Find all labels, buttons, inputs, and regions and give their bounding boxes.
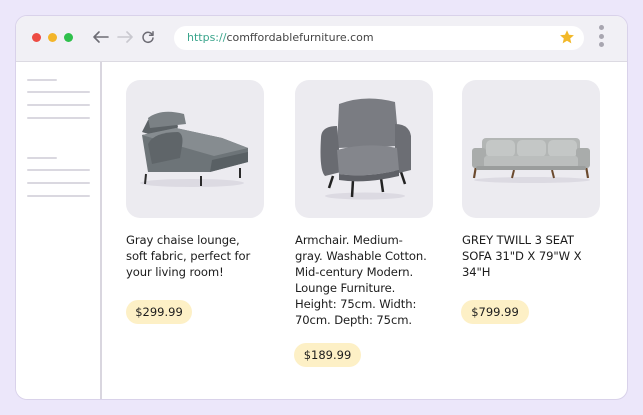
description-line: Gray chaise lounge, [126, 233, 240, 247]
address-bar[interactable]: https://comffordablefurniture.com [174, 26, 584, 50]
description-line: your living room! [126, 265, 224, 279]
sidebar [16, 62, 102, 399]
description-line: 70cm. Depth: 75cm. [295, 313, 413, 327]
sidebar-placeholder-line [27, 117, 90, 119]
reload-icon[interactable] [137, 26, 159, 48]
product-price-armchair[interactable]: $189.99 [294, 343, 361, 367]
sidebar-placeholder-line [27, 157, 57, 159]
description-line: Mid-century Modern. [295, 265, 414, 279]
sidebar-placeholder-line [27, 169, 90, 171]
description-line: gray. Washable Cotton. [295, 249, 427, 263]
forward-arrow-icon[interactable] [114, 26, 136, 48]
close-window-button[interactable] [32, 33, 41, 42]
description-line: SOFA 31"D X 79"W X [462, 249, 582, 263]
back-arrow-icon[interactable] [90, 26, 112, 48]
sidebar-placeholder-line [27, 91, 90, 93]
product-price-sofa[interactable]: $799.99 [461, 300, 529, 324]
url-host: comffordablefurniture.com [226, 31, 374, 44]
star-icon[interactable] [559, 29, 575, 49]
product-image-sofa[interactable] [462, 80, 600, 218]
product-description-sofa: GREY TWILL 3 SEAT SOFA 31"D X 79"W X 34"… [462, 232, 582, 280]
sidebar-placeholder-line [27, 79, 57, 81]
description-line: Lounge Furniture. [295, 281, 396, 295]
browser-toolbar: https://comffordablefurniture.com [16, 16, 627, 62]
product-price-chaise-lounge[interactable]: $299.99 [126, 300, 192, 324]
minimize-window-button[interactable] [48, 33, 57, 42]
description-line: Armchair. Medium- [295, 233, 403, 247]
product-image-chaise-lounge[interactable] [126, 80, 264, 218]
zoom-window-button[interactable] [64, 33, 73, 42]
product-image-armchair[interactable] [295, 80, 433, 218]
more-options-icon[interactable] [599, 25, 605, 51]
description-line: 34"H [462, 265, 491, 279]
description-line: Height: 75cm. Width: [295, 297, 417, 311]
product-description-chaise-lounge: Gray chaise lounge, soft fabric, perfect… [126, 232, 250, 280]
sidebar-placeholder-line [27, 104, 90, 106]
description-line: GREY TWILL 3 SEAT [462, 233, 574, 247]
sidebar-placeholder-line [27, 182, 90, 184]
description-line: soft fabric, perfect for [126, 249, 251, 263]
product-description-armchair: Armchair. Medium- gray. Washable Cotton.… [295, 232, 427, 328]
sidebar-placeholder-line [27, 195, 90, 197]
url-scheme: https:// [187, 31, 227, 44]
